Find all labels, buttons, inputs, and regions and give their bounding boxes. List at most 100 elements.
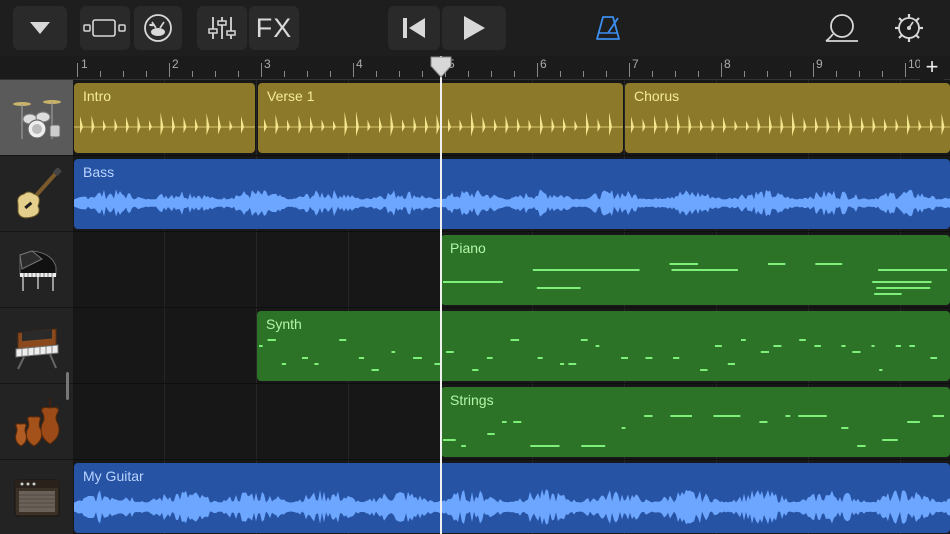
region-intro[interactable]: Intro [74,83,255,153]
grand-piano-icon [18,249,56,291]
ruler-tick [399,71,400,77]
tracks-view-icon [83,19,126,37]
ruler-tick [606,71,607,77]
bass-guitar-icon [16,167,62,218]
ruler-tick [330,71,331,77]
region-label: My Guitar [83,468,144,484]
ruler-tick [652,71,653,77]
region-bass[interactable]: Bass [74,159,950,229]
view-toggle-button[interactable] [80,6,130,50]
track-header-strings[interactable] [0,384,73,460]
play-icon [464,16,485,40]
ruler-tick [376,71,377,77]
add-track-button[interactable]: + [920,56,944,80]
audio-waveform [74,489,950,525]
ruler-tick [77,63,78,77]
region-label: Bass [83,164,115,180]
ruler-tick [100,71,101,77]
ruler-tick [698,71,699,77]
ruler-tick [123,71,124,77]
synthesizer-icon [15,327,58,369]
track-lane-strings: Strings [73,384,950,460]
gear-icon [895,14,923,42]
region-chorus[interactable]: Chorus [625,83,950,153]
ruler-tick [353,63,354,77]
ruler-tick [882,71,883,77]
track-lane-piano: Piano [73,232,950,308]
ruler-tick [537,63,538,77]
region-my-guitar[interactable]: My Guitar [74,463,950,533]
region-strings[interactable]: Strings [441,387,950,457]
sliders-icon [208,17,236,39]
region-label: Strings [450,392,494,408]
ruler-tick [859,71,860,77]
track-header-drums[interactable] [0,80,73,156]
region-label: Piano [450,240,486,256]
ruler-tick [215,71,216,77]
mixer-button[interactable] [197,6,247,50]
ruler-tick [721,63,722,77]
track-header-guitar[interactable] [0,460,73,534]
playhead-handle-icon[interactable] [430,56,452,78]
ruler-tick [146,71,147,77]
playhead-line[interactable] [440,56,442,534]
track-header-bass[interactable] [0,156,73,232]
track-lane-bass: Bass [73,156,950,232]
ruler-tick [813,63,814,77]
strings-icon [14,397,59,447]
drums-icon [144,14,172,42]
ruler-tick [629,63,630,77]
timeline-ruler[interactable]: 1 2 3 4 5 6 7 8 9 10 [73,56,950,80]
metronome-icon [596,16,620,40]
ruler-tick [491,71,492,77]
ruler-tick [422,71,423,77]
region-synth[interactable]: Synth [257,311,950,381]
ruler-tick [767,71,768,77]
track-scroll-indicator[interactable] [66,372,69,400]
track-lane-synth: Synth [73,308,950,384]
fx-button[interactable]: FX [249,6,299,50]
track-header-piano[interactable] [0,232,73,308]
control-bar: FX [0,0,950,56]
region-label: Chorus [634,88,680,104]
midi-notes [259,339,938,371]
bar-number: 7 [632,57,639,71]
region-piano[interactable]: Piano [441,235,950,305]
ruler-tick [261,63,262,77]
ruler-tick [192,71,193,77]
instrument-browser-button[interactable] [134,6,182,50]
bar-number: 8 [724,57,731,71]
triangle-down-icon [30,22,50,34]
ruler-tick [560,71,561,77]
track-lane-drums: Intro Verse 1 Chorus [73,80,950,156]
ruler-tick [307,71,308,77]
region-label: Synth [266,316,302,332]
tracks-area[interactable]: Intro Verse 1 Chorus Bass Piano Synth St… [73,80,950,534]
my-songs-button[interactable] [13,6,67,50]
loop-icon [825,14,858,42]
ruler-tick [790,71,791,77]
ruler-tick [583,71,584,77]
guitar-amp-icon [14,479,59,516]
track-header-synth[interactable] [0,308,73,384]
track-lane-guitar: My Guitar [73,460,950,534]
settings-button[interactable] [886,6,932,50]
ruler-tick [169,63,170,77]
bar-number: 2 [172,57,179,71]
metronome-button[interactable] [586,6,630,50]
loop-browser-button[interactable] [820,6,864,50]
skip-back-icon [403,18,425,38]
bar-number: 3 [264,57,271,71]
play-button[interactable] [442,6,506,50]
midi-notes [443,415,944,447]
region-label: Intro [83,88,112,104]
ruler-tick [905,63,906,77]
bar-number: 9 [816,57,823,71]
ruler-tick [284,71,285,77]
go-to-beginning-button[interactable] [388,6,440,50]
ruler-tick [836,71,837,77]
ruler-corner [0,56,73,80]
drum-kit-icon [12,99,61,139]
bar-number: 6 [540,57,547,71]
bar-number: 4 [356,57,363,71]
